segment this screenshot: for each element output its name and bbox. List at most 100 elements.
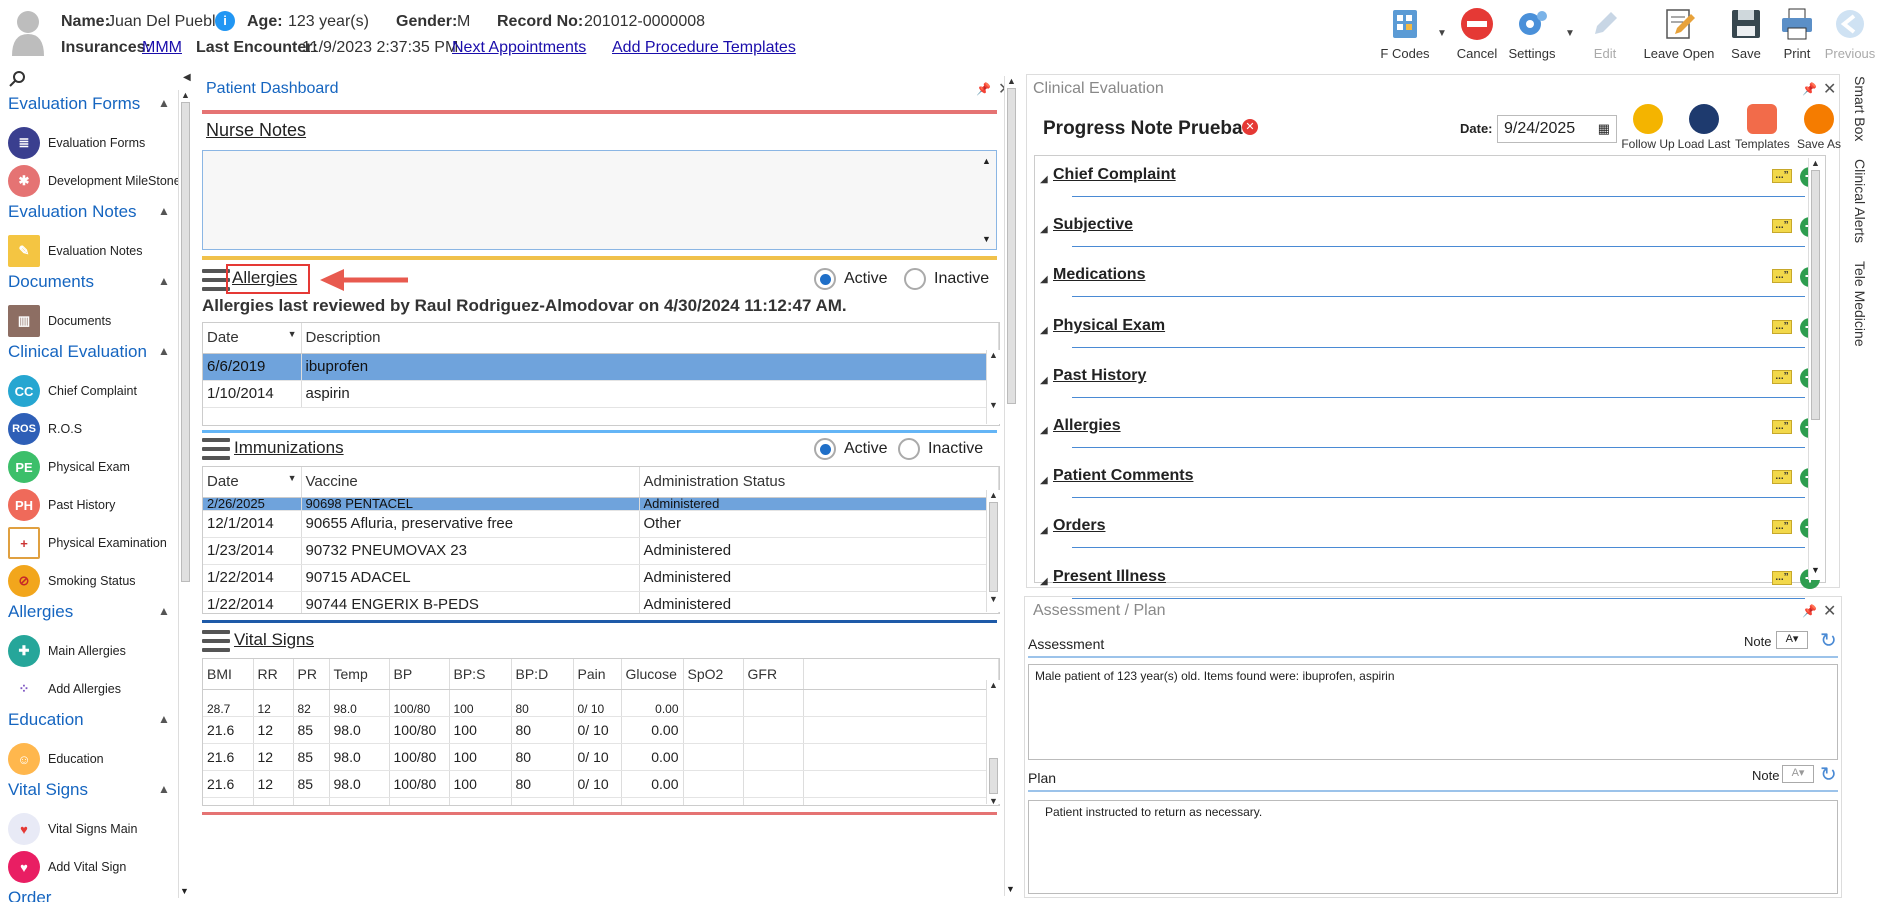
vital-signs-menu-icon[interactable] [202, 630, 230, 652]
table-row[interactable]: 1/22/2014 90715 ADACEL Administered [203, 564, 999, 592]
section-allergies[interactable]: Allergies ▲ [8, 602, 170, 622]
follow-up-button[interactable]: Follow Up [1621, 104, 1675, 151]
section-title[interactable]: Patient Comments [1053, 467, 1193, 485]
immunizations-scrollbar[interactable]: ▲ ▼ [986, 490, 1000, 612]
collapse-sidebar-icon[interactable]: ◀ [183, 72, 191, 83]
col-header-date[interactable]: Date ▼ [203, 323, 302, 354]
templates-button[interactable]: Templates [1735, 104, 1790, 151]
sidebar-item-development-milestones[interactable]: ✱ Development MileStones [8, 164, 187, 198]
tab-smart-box[interactable]: Smart Box [1852, 76, 1868, 141]
quick-text-icon[interactable]: ...” [1772, 470, 1792, 485]
allergies-active-radio[interactable]: Active [814, 268, 888, 290]
allergies-title[interactable]: Allergies [232, 268, 297, 288]
assessment-textarea[interactable]: Male patient of 123 year(s) old. Items f… [1028, 664, 1838, 760]
table-row[interactable]: 21.6128598.0100/80100800/ 100.00 [203, 716, 999, 744]
table-row[interactable]: 1/22/2014 90744 ENGERIX B-PEDS Administere… [203, 591, 999, 613]
expand-arrow-icon[interactable]: ◢ [1040, 375, 1048, 386]
clinical-section[interactable]: ◢Physical Exam...”+ [1040, 309, 1830, 359]
settings-button[interactable]: Settings [1500, 6, 1564, 62]
section-evaluation-notes[interactable]: Evaluation Notes ▲ [8, 202, 170, 222]
sidebar-item-vital-signs-main[interactable]: ♥ Vital Signs Main [8, 812, 137, 846]
sidebar-item-ros[interactable]: ROS R.O.S [8, 412, 82, 446]
clinical-section[interactable]: ◢Patient Comments...”+ [1040, 459, 1830, 509]
table-row[interactable]: 21.6128598.0100/80100800/ 100.00 [203, 797, 999, 805]
search-icon[interactable] [8, 70, 26, 88]
clinical-section[interactable]: ◢Past History...”+ [1040, 359, 1830, 409]
col-header[interactable]: Temp [329, 659, 390, 690]
table-row[interactable]: 21.6128598.0100/80100800/ 100.00 [203, 743, 999, 771]
expand-arrow-icon[interactable]: ◢ [1040, 576, 1048, 587]
section-order[interactable]: Order [8, 888, 51, 902]
fcodes-button[interactable]: F Codes [1373, 6, 1437, 62]
remove-note-icon[interactable]: ✕ [1242, 119, 1258, 135]
scroll-down-icon[interactable]: ▼ [982, 234, 991, 244]
scroll-down-icon[interactable]: ▼ [180, 886, 189, 896]
date-input[interactable]: 9/24/2025 ▦ [1497, 115, 1617, 143]
note-format-dropdown[interactable]: A▾ [1782, 765, 1814, 783]
clinical-section[interactable]: ◢Orders...”+ [1040, 509, 1830, 559]
expand-arrow-icon[interactable]: ◢ [1040, 224, 1048, 235]
section-clinical-evaluation[interactable]: Clinical Evaluation ▲ [8, 342, 170, 362]
quick-text-icon[interactable]: ...” [1772, 570, 1792, 585]
col-header[interactable]: Pain [573, 659, 622, 690]
clinical-section[interactable]: ◢Allergies...”+ [1040, 409, 1830, 459]
section-documents[interactable]: Documents ▲ [8, 272, 170, 292]
previous-button[interactable]: Previous [1818, 6, 1882, 62]
vital-signs-scrollbar[interactable]: ▲ ▼ [986, 680, 1000, 806]
col-header[interactable]: BP:D [511, 659, 574, 690]
quick-text-icon[interactable]: ...” [1772, 319, 1792, 334]
table-row[interactable]: 21.6128598.0100/80100800/ 100.00 [203, 770, 999, 798]
immunizations-active-radio[interactable]: Active [814, 438, 888, 460]
allergies-inactive-radio[interactable]: Inactive [904, 268, 989, 290]
info-icon[interactable]: i [215, 11, 235, 31]
tab-tele-medicine[interactable]: Tele Medicine [1852, 261, 1868, 347]
expand-arrow-icon[interactable]: ◢ [1040, 425, 1048, 436]
allergies-scrollbar[interactable]: ▲ ▼ [986, 350, 1000, 424]
sidebar-item-add-vital-sign[interactable]: ♥ Add Vital Sign [8, 850, 126, 884]
next-appointments-link[interactable]: Next Appointments [452, 39, 586, 57]
section-title[interactable]: Present Illness [1053, 568, 1166, 586]
refresh-icon[interactable]: ↻ [1820, 762, 1837, 787]
col-header[interactable]: BP [389, 659, 450, 690]
scroll-thumb[interactable] [181, 102, 190, 582]
section-title[interactable]: Allergies [1053, 417, 1121, 435]
quick-text-icon[interactable]: ...” [1772, 169, 1792, 183]
section-education[interactable]: Education ▲ [8, 710, 170, 730]
pin-icon[interactable]: 📌 [1802, 604, 1817, 618]
sidebar-item-education[interactable]: ☺ Education [8, 742, 104, 776]
immunizations-title[interactable]: Immunizations [234, 438, 344, 458]
expand-arrow-icon[interactable]: ◢ [1040, 475, 1048, 486]
sidebar-item-documents[interactable]: ▥ Documents [8, 304, 111, 338]
immunizations-inactive-radio[interactable]: Inactive [898, 438, 983, 460]
close-icon[interactable]: ✕ [1823, 79, 1836, 99]
col-header-description[interactable]: Description [301, 323, 999, 354]
scroll-up-icon[interactable]: ▲ [179, 90, 192, 100]
col-header[interactable]: Glucose [621, 659, 684, 690]
leave-open-button[interactable]: Leave Open [1640, 6, 1718, 62]
refresh-icon[interactable]: ↻ [1820, 628, 1837, 653]
col-header[interactable]: SpO2 [683, 659, 744, 690]
sidebar-scrollbar[interactable]: ▲ [178, 90, 192, 898]
col-header[interactable]: PR [293, 659, 330, 690]
col-header-vaccine[interactable]: Vaccine [301, 467, 640, 498]
col-header[interactable]: BMI [203, 659, 254, 690]
col-header[interactable]: RR [253, 659, 294, 690]
sidebar-item-physical-examination[interactable]: + Physical Examination [8, 526, 167, 560]
calendar-icon[interactable]: ▦ [1598, 121, 1610, 137]
sidebar-item-evaluation-notes[interactable]: ✎ Evaluation Notes [8, 234, 143, 268]
section-title[interactable]: Orders [1053, 517, 1105, 535]
section-evaluation-forms[interactable]: Evaluation Forms ▲ [8, 94, 170, 114]
section-title[interactable]: Physical Exam [1053, 317, 1165, 335]
save-as-button[interactable]: Save As [1792, 104, 1846, 151]
table-row[interactable]: 28.7 12 82 98.0 100/80 100 80 0/ 10 0.00 [203, 689, 999, 717]
col-header[interactable]: GFR [743, 659, 804, 690]
add-procedure-templates-link[interactable]: Add Procedure Templates [612, 39, 796, 57]
tab-clinical-alerts[interactable]: Clinical Alerts [1852, 159, 1868, 243]
nurse-notes-textarea[interactable] [202, 150, 997, 250]
quick-text-icon[interactable]: ...” [1772, 219, 1792, 234]
sidebar-item-physical-exam[interactable]: PE Physical Exam [8, 450, 130, 484]
sidebar-item-main-allergies[interactable]: ✚ Main Allergies [8, 634, 126, 668]
section-title[interactable]: Past History [1053, 367, 1146, 385]
pin-icon[interactable]: 📌 [976, 82, 991, 96]
expand-arrow-icon[interactable]: ◢ [1040, 325, 1048, 336]
